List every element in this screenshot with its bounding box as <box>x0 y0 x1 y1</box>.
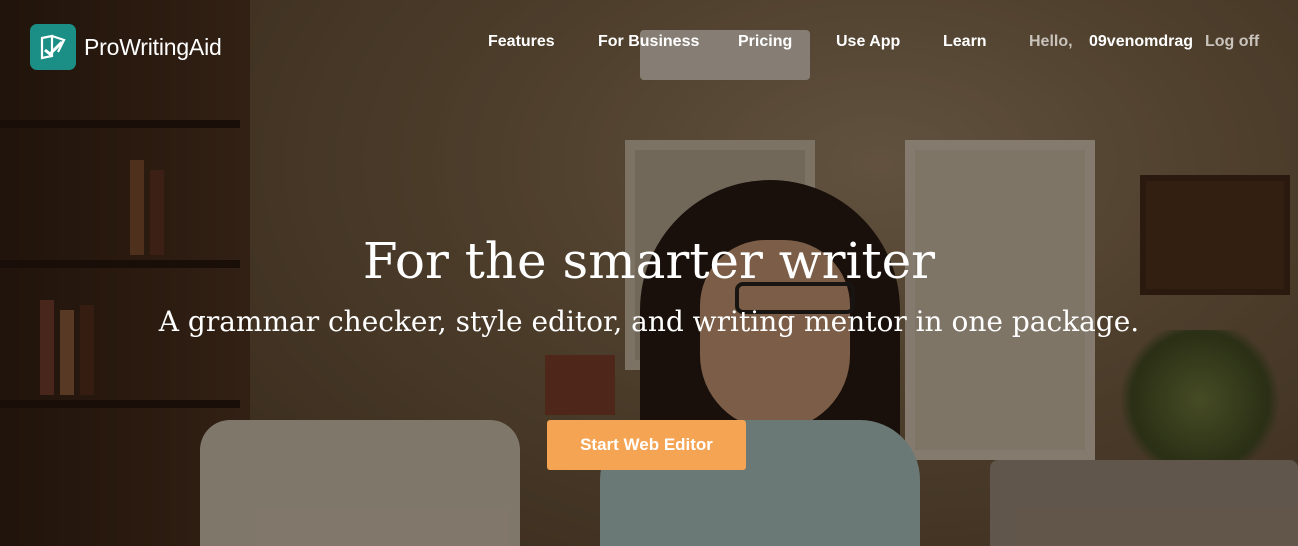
nav-for-business[interactable]: For Business <box>598 33 699 51</box>
nav-learn[interactable]: Learn <box>943 33 987 51</box>
nav-features[interactable]: Features <box>488 33 555 51</box>
start-web-editor-button[interactable]: Start Web Editor <box>547 420 746 470</box>
main-nav: Features For Business Pricing Use App Le… <box>0 33 1298 55</box>
nav-use-app[interactable]: Use App <box>836 33 900 51</box>
nav-pricing[interactable]: Pricing <box>738 33 792 51</box>
hero-headline: For the smarter writer <box>362 232 936 290</box>
hero-subheadline: A grammar checker, style editor, and wri… <box>158 305 1140 338</box>
logoff-link[interactable]: Log off <box>1205 33 1259 51</box>
username-link[interactable]: 09venomdrag <box>1089 33 1193 51</box>
greeting-text: Hello, <box>1029 33 1073 50</box>
